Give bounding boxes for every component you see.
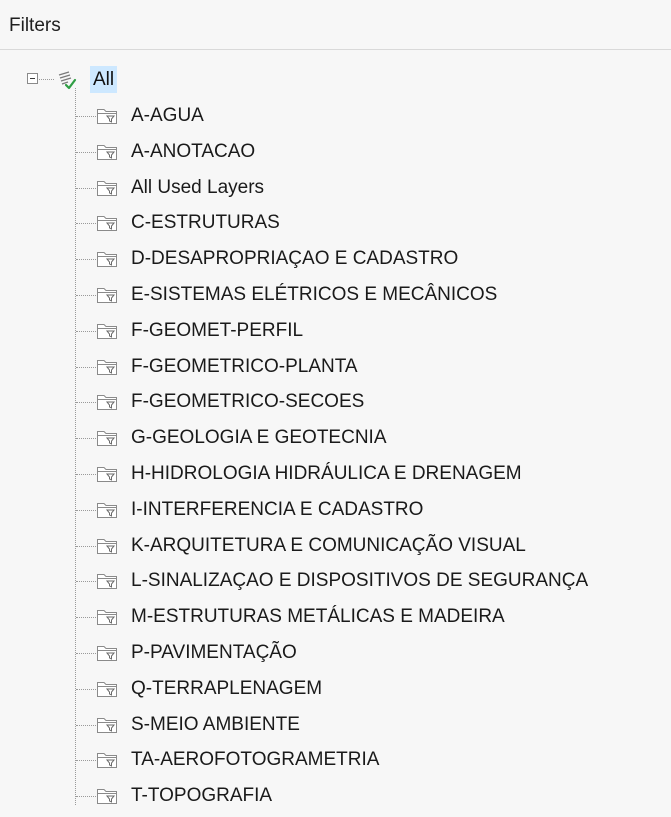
tree-connector bbox=[76, 259, 96, 261]
tree-connector bbox=[76, 724, 96, 726]
tree-node-filter[interactable]: P-PAVIMENTAÇÃO bbox=[0, 635, 671, 671]
panel-header: Filters bbox=[0, 0, 671, 50]
tree-node-label: I-INTERFERENCIA E CADASTRO bbox=[131, 498, 424, 520]
tree-node-label: K-ARQUITETURA E COMUNICAÇÃO VISUAL bbox=[131, 534, 526, 556]
property-filter-folder-icon bbox=[97, 109, 117, 124]
tree-connector bbox=[76, 652, 96, 654]
tree-connector bbox=[76, 509, 96, 511]
tree-node-label: TA-AEROFOTOGRAMETRIA bbox=[131, 749, 380, 771]
tree-node-label: F-GEOMET-PERFIL bbox=[131, 319, 304, 341]
layer-filters-panel: Filters All A-AGUA A-ANOTACAO All Used L… bbox=[0, 0, 671, 817]
tree-connector bbox=[76, 187, 96, 189]
tree-node-label: A-AGUA bbox=[131, 105, 204, 126]
property-filter-folder-icon bbox=[97, 466, 117, 482]
tree-connector bbox=[76, 581, 96, 583]
tree-node-label: F-GEOMETRICO-SECOES bbox=[131, 391, 365, 413]
property-filter-folder-icon bbox=[97, 216, 117, 232]
property-filter-folder-icon bbox=[97, 502, 117, 518]
tree-node-label: P-PAVIMENTAÇÃO bbox=[131, 641, 297, 663]
tree-node-filter[interactable]: I-INTERFERENCIA E CADASTRO bbox=[0, 492, 671, 528]
property-filter-folder-icon bbox=[97, 144, 117, 160]
property-filter-folder-icon bbox=[97, 645, 117, 661]
tree-node-label: H-HIDROLOGIA HIDRÁULICA E DRENAGEM bbox=[131, 462, 522, 484]
tree-node-filter[interactable]: M-ESTRUTURAS METÁLICAS E MADEIRA bbox=[0, 599, 671, 635]
property-filter-folder-icon bbox=[97, 574, 117, 590]
tree-connector bbox=[76, 330, 96, 332]
tree-connector bbox=[76, 545, 96, 547]
tree-connector bbox=[39, 79, 54, 80]
tree-node-filter[interactable]: TA-AEROFOTOGRAMETRIA bbox=[0, 742, 671, 778]
filter-list: A-AGUA A-ANOTACAO All Used Layers C-ESTR… bbox=[0, 98, 671, 814]
tree-node-filter[interactable]: F-GEOMET-PERFIL bbox=[0, 313, 671, 349]
tree-node-all[interactable]: All bbox=[0, 62, 671, 98]
property-filter-folder-icon bbox=[97, 753, 117, 769]
tree-node-filter[interactable]: S-MEIO AMBIENTE bbox=[0, 707, 671, 743]
tree-node-label: G-GEOLOGIA E GEOTECNIA bbox=[131, 427, 387, 449]
property-filter-folder-icon bbox=[97, 538, 117, 554]
tree-node-label: M-ESTRUTURAS METÁLICAS E MADEIRA bbox=[131, 606, 505, 628]
tree-connector bbox=[76, 366, 96, 368]
tree-connector bbox=[76, 116, 96, 117]
property-filter-folder-icon bbox=[97, 323, 117, 339]
tree-node-filter[interactable]: T-TOPOGRAFIA bbox=[0, 778, 671, 814]
property-filter-folder-icon bbox=[97, 717, 117, 733]
tree-node-filter[interactable]: C-ESTRUTURAS bbox=[0, 205, 671, 241]
property-filter-folder-icon bbox=[97, 610, 117, 626]
tree-node-label: Q-TERRAPLENAGEM bbox=[131, 677, 323, 699]
property-filter-folder-icon bbox=[97, 252, 117, 268]
tree-connector bbox=[76, 151, 96, 153]
property-filter-folder-icon bbox=[97, 431, 117, 447]
tree-connector bbox=[76, 796, 96, 798]
property-filter-folder-icon bbox=[97, 180, 117, 196]
tree-node-filter[interactable]: Q-TERRAPLENAGEM bbox=[0, 671, 671, 707]
tree-node-label: A-ANOTACAO bbox=[131, 140, 256, 162]
tree-connector bbox=[76, 223, 96, 225]
tree-node-label: C-ESTRUTURAS bbox=[131, 212, 280, 234]
tree-node-filter[interactable]: K-ARQUITETURA E COMUNICAÇÃO VISUAL bbox=[0, 528, 671, 564]
panel-title: Filters bbox=[9, 15, 61, 36]
tree-connector bbox=[76, 402, 96, 404]
tree-connector bbox=[76, 473, 96, 475]
tree-node-label: T-TOPOGRAFIA bbox=[131, 785, 273, 807]
tree-connector bbox=[76, 294, 96, 296]
tree-node-label: E-SISTEMAS ELÉTRICOS E MECÂNICOS bbox=[131, 283, 498, 305]
tree-node-filter[interactable]: H-HIDROLOGIA HIDRÁULICA E DRENAGEM bbox=[0, 456, 671, 492]
collapse-toggle-icon[interactable] bbox=[27, 73, 38, 84]
property-filter-folder-icon bbox=[97, 681, 117, 697]
tree-node-label: S-MEIO AMBIENTE bbox=[131, 713, 300, 735]
tree-node-filter[interactable]: E-SISTEMAS ELÉTRICOS E MECÂNICOS bbox=[0, 277, 671, 313]
tree-connector bbox=[76, 688, 96, 690]
tree-node-label: F-GEOMETRICO-PLANTA bbox=[131, 355, 358, 377]
tree-node-filter[interactable]: A-AGUA bbox=[0, 98, 671, 134]
tree-node-label: All Used Layers bbox=[131, 176, 265, 198]
tree-node-filter[interactable]: A-ANOTACAO bbox=[0, 134, 671, 170]
tree-node-filter[interactable]: L-SINALIZAÇAO E DISPOSITIVOS DE SEGURANÇ… bbox=[0, 563, 671, 599]
property-filter-folder-icon bbox=[97, 359, 117, 375]
tree-node-filter[interactable]: D-DESAPROPRIAÇAO E CADASTRO bbox=[0, 241, 671, 277]
tree-node-all-label[interactable]: All bbox=[90, 66, 118, 93]
tree-node-label: D-DESAPROPRIAÇAO E CADASTRO bbox=[131, 248, 459, 270]
tree-connector bbox=[76, 760, 96, 762]
tree-connector bbox=[76, 617, 96, 619]
tree-node-filter[interactable]: All Used Layers bbox=[0, 170, 671, 206]
tree-node-label: L-SINALIZAÇAO E DISPOSITIVOS DE SEGURANÇ… bbox=[131, 570, 589, 592]
tree-node-filter[interactable]: F-GEOMETRICO-PLANTA bbox=[0, 349, 671, 385]
filter-tree[interactable]: All A-AGUA A-ANOTACAO All Used Layers C-… bbox=[0, 50, 671, 814]
property-filter-folder-icon bbox=[97, 395, 117, 411]
property-filter-folder-icon bbox=[97, 789, 117, 805]
tree-connector bbox=[76, 438, 96, 440]
property-filter-folder-icon bbox=[97, 287, 117, 303]
tree-node-filter[interactable]: G-GEOLOGIA E GEOTECNIA bbox=[0, 420, 671, 456]
tree-node-filter[interactable]: F-GEOMETRICO-SECOES bbox=[0, 384, 671, 420]
